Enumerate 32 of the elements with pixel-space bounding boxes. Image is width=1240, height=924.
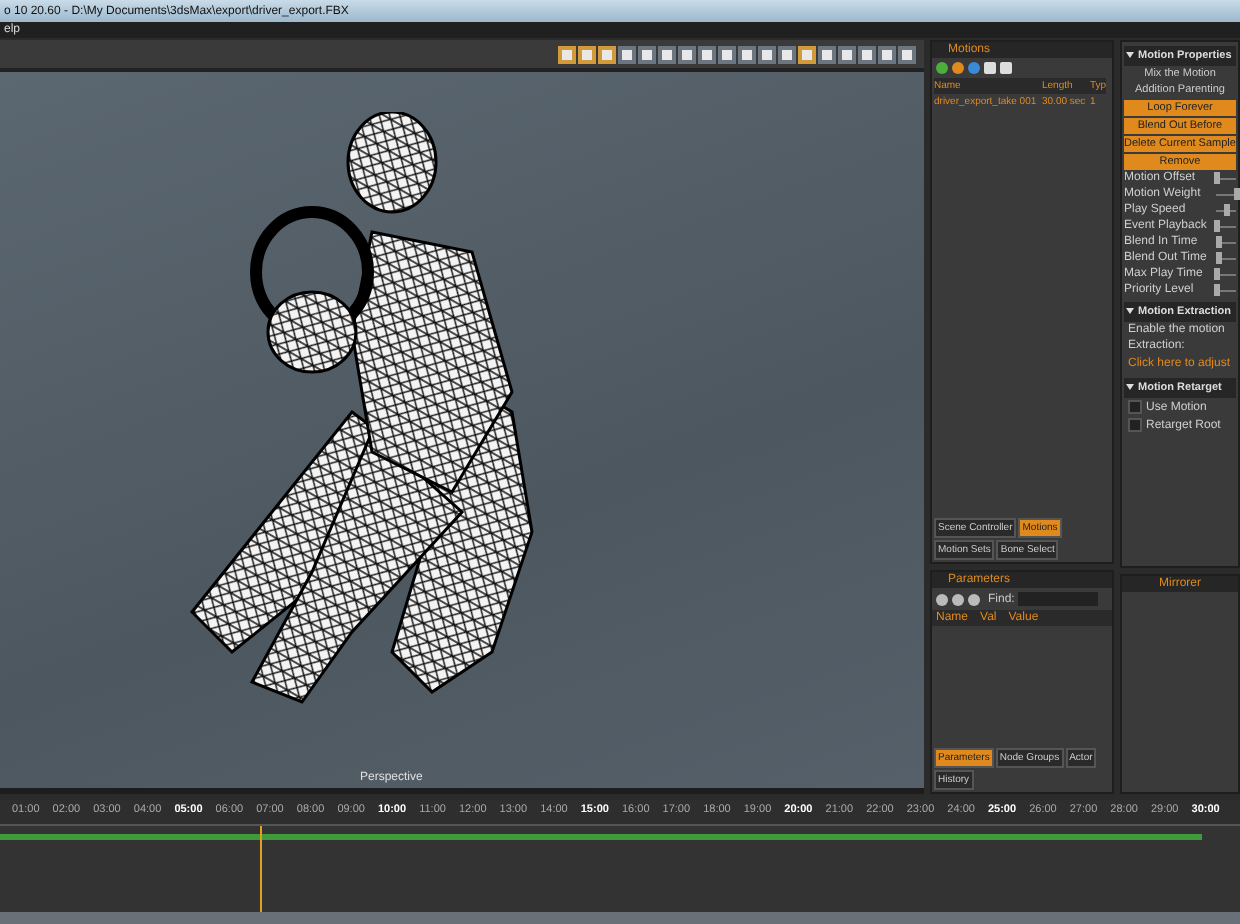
slider-thumb[interactable] (1214, 267, 1220, 279)
toolbar-button[interactable] (638, 45, 656, 63)
checkbox[interactable] (1128, 418, 1142, 432)
toolbar-button[interactable] (698, 45, 716, 63)
toolbar-button[interactable] (778, 45, 796, 63)
toolbar-button[interactable] (798, 45, 816, 63)
toolbar-button[interactable] (818, 45, 836, 63)
slider-thumb[interactable] (1216, 251, 1222, 263)
save-icon[interactable] (1000, 62, 1012, 74)
toolbar-button[interactable] (658, 45, 676, 63)
toolbar-button[interactable] (838, 45, 856, 63)
round-icon[interactable] (968, 62, 980, 74)
slider-thumb[interactable] (1224, 203, 1230, 215)
slider-thumb[interactable] (1234, 187, 1240, 199)
toolbar-button[interactable] (618, 45, 636, 63)
toolbar-button[interactable] (878, 45, 896, 63)
checkbox[interactable] (1128, 400, 1142, 414)
toolbar-button[interactable] (898, 45, 916, 63)
search-field[interactable] (1018, 592, 1099, 606)
document-icon[interactable] (984, 62, 996, 74)
toolbar-button[interactable] (678, 45, 696, 63)
toolbar-button[interactable] (558, 45, 576, 63)
toolbar-button[interactable] (858, 45, 876, 63)
toolbar-button[interactable] (718, 45, 736, 63)
toolbar-button[interactable] (578, 45, 596, 63)
toolbar-button[interactable] (598, 45, 616, 63)
slider-thumb[interactable] (1214, 283, 1220, 295)
slider-thumb[interactable] (1216, 235, 1222, 247)
slider-thumb[interactable] (1214, 219, 1220, 231)
toolbar-button[interactable] (738, 45, 756, 63)
toolbar-button[interactable] (758, 45, 776, 63)
slider-thumb[interactable] (1214, 171, 1220, 183)
